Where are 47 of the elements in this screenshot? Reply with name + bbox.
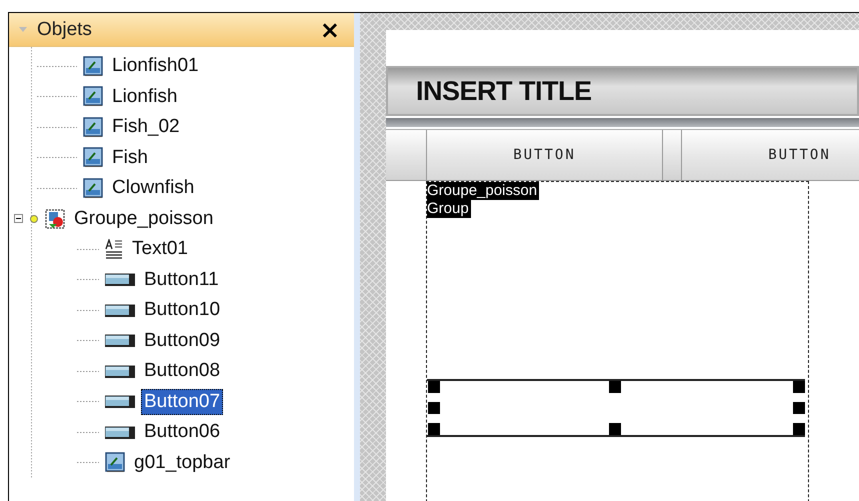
caret-icon <box>19 26 27 32</box>
nav-button[interactable]: BUTTON <box>681 130 859 180</box>
group-icon <box>45 208 65 229</box>
tree-item[interactable]: Fish_02 <box>109 114 183 140</box>
image-icon <box>83 147 103 168</box>
button-icon <box>105 364 135 378</box>
tree-item[interactable]: Button09 <box>141 328 224 354</box>
button-icon <box>105 426 135 439</box>
panel-title: Objets <box>37 18 93 40</box>
tree-item[interactable]: Clownfish <box>109 175 198 202</box>
resize-handle[interactable] <box>793 381 805 393</box>
tree-item[interactable]: Button11 <box>141 266 222 293</box>
image-icon <box>83 116 103 138</box>
tree-item[interactable]: Lionfish01 <box>109 53 202 80</box>
collapse-toggle[interactable] <box>14 214 23 224</box>
nav-button[interactable]: BUTTON <box>426 130 663 180</box>
resize-handle[interactable] <box>793 423 805 435</box>
resize-handle[interactable] <box>609 423 621 435</box>
minus-icon <box>14 214 23 224</box>
image-icon <box>83 56 103 77</box>
tree-item[interactable]: Button10 <box>141 297 224 324</box>
group-label: Group <box>427 200 471 218</box>
close-button[interactable]: × <box>316 18 344 42</box>
anchor-dot-icon <box>29 214 39 224</box>
resize-handle[interactable] <box>793 402 805 414</box>
tree-item[interactable]: Button06 <box>141 419 224 446</box>
resize-handle[interactable] <box>428 402 440 414</box>
text-format-icon <box>105 239 123 260</box>
tree-item[interactable]: Groupe_poisson <box>71 206 216 232</box>
image-icon <box>83 86 103 108</box>
button-icon <box>105 273 135 286</box>
tree-item[interactable]: Button08 <box>141 358 224 384</box>
tree-item[interactable]: Fish <box>109 144 151 171</box>
image-icon <box>83 178 103 199</box>
page-title: INSERT TITLE <box>416 76 592 106</box>
resize-handle[interactable] <box>428 423 440 435</box>
tree-item[interactable]: Text01 <box>129 236 191 262</box>
tree-item[interactable]: Button07 <box>141 388 224 415</box>
resize-handle[interactable] <box>609 381 621 393</box>
tree-item[interactable]: Lionfish <box>109 84 180 110</box>
button-icon <box>105 334 135 348</box>
resize-handle[interactable] <box>428 381 440 393</box>
group-label: Groupe_poisson <box>427 182 540 200</box>
button-icon <box>105 304 135 317</box>
tree-item[interactable]: g01_topbar <box>131 450 234 476</box>
button-icon <box>105 395 135 408</box>
image-icon <box>105 452 125 474</box>
